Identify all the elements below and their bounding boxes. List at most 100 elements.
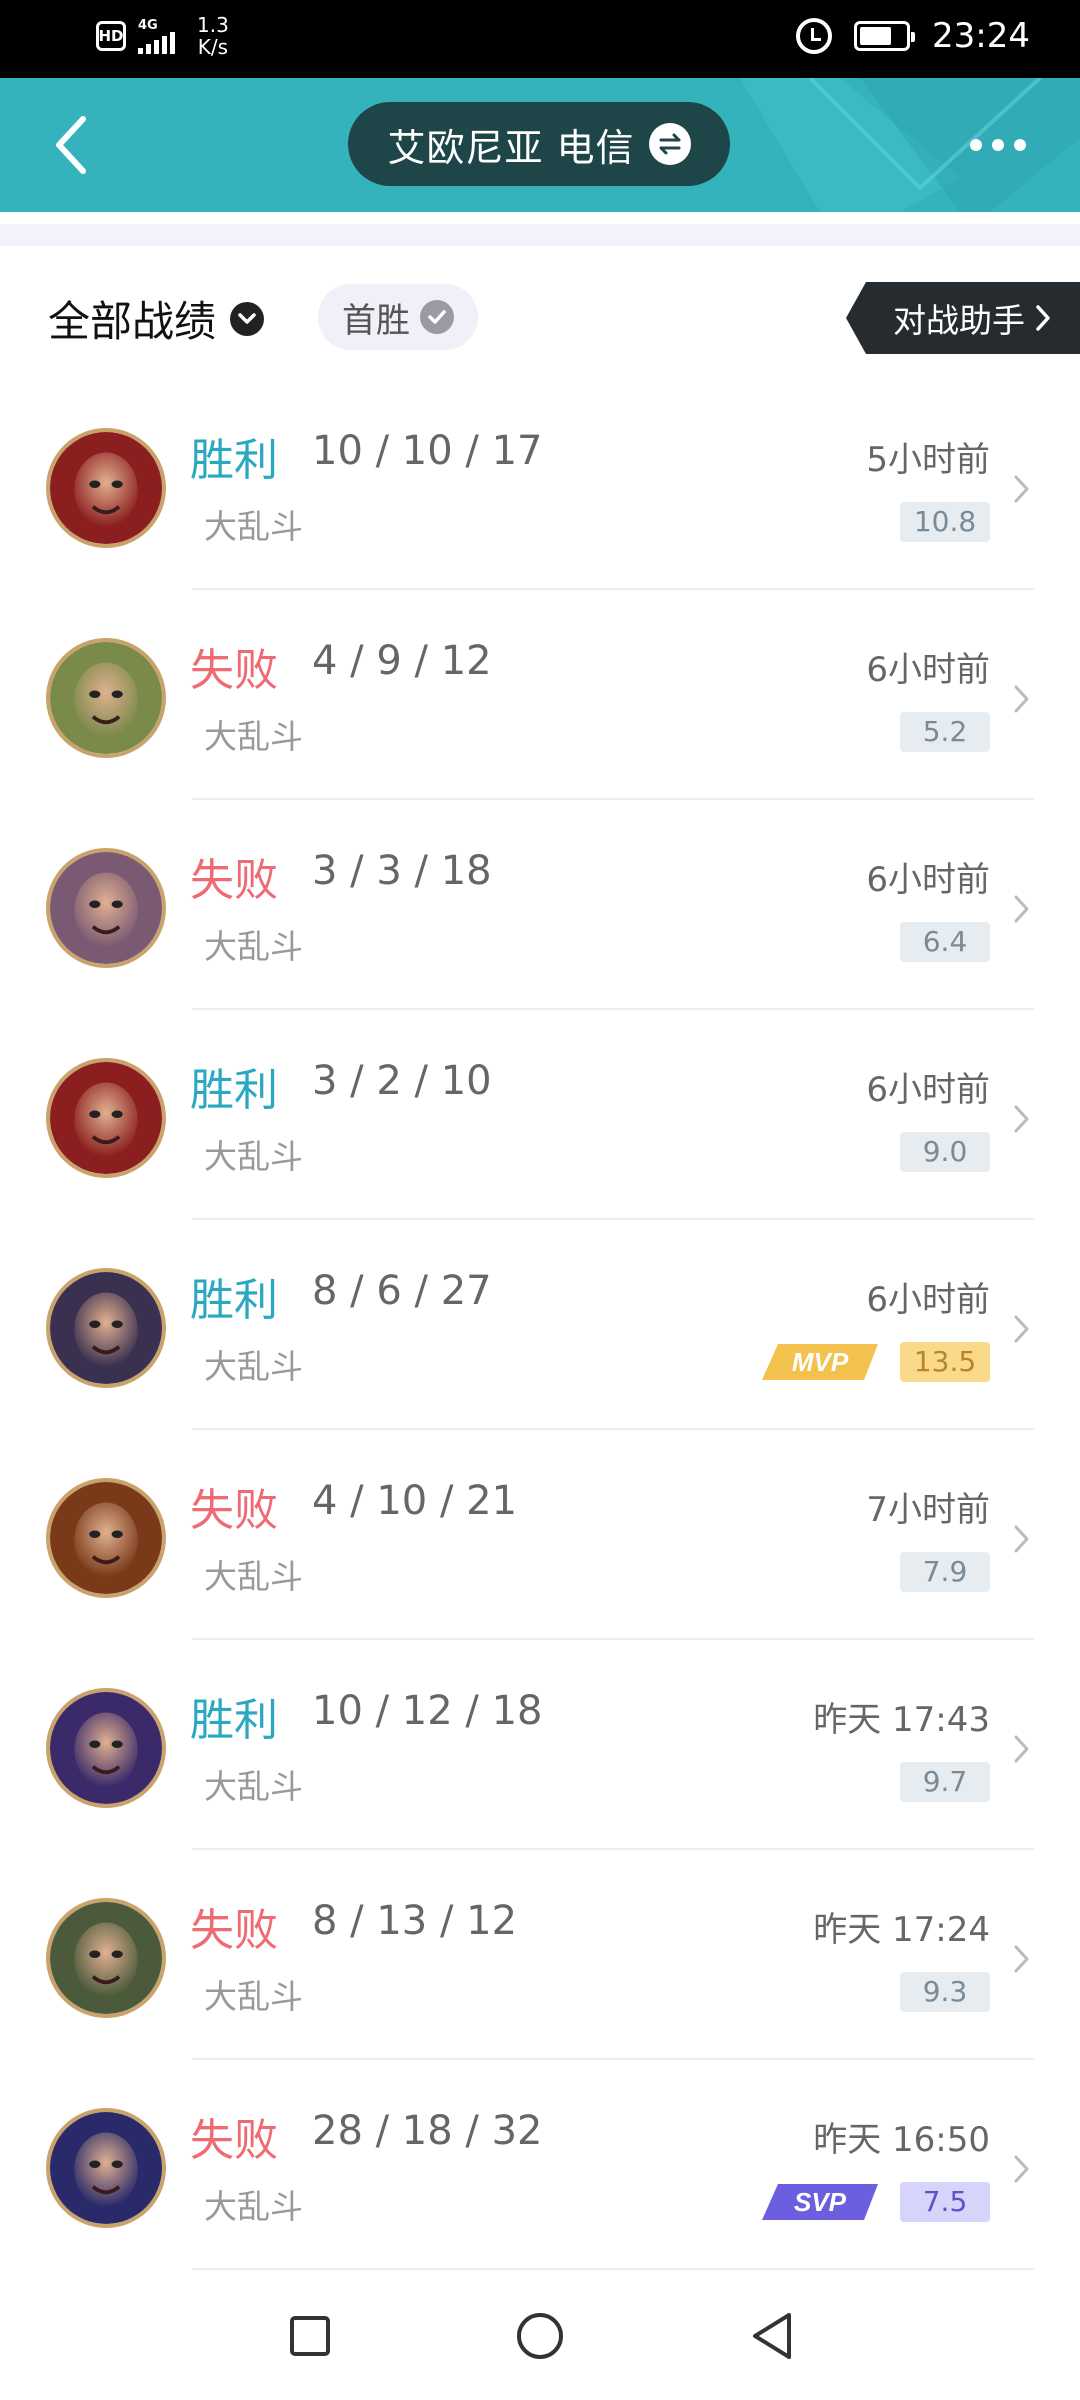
- match-row[interactable]: 胜利 10 / 12 / 18 大乱斗 昨天 17:43 9.7: [0, 1640, 1080, 1850]
- square-icon: [290, 2316, 330, 2356]
- all-records-label: 全部战绩: [48, 297, 217, 346]
- match-mode: 大乱斗: [204, 507, 303, 546]
- champion-avatar: [46, 1898, 166, 2018]
- match-row[interactable]: 失败 4 / 10 / 21 大乱斗 7小时前 7.9: [0, 1430, 1080, 1640]
- match-row[interactable]: 失败 4 / 9 / 12 大乱斗 6小时前 5.2: [0, 590, 1080, 800]
- match-row[interactable]: 胜利 3 / 2 / 10 大乱斗 6小时前 9.0: [0, 1010, 1080, 1220]
- check-icon: [420, 300, 454, 334]
- home-button[interactable]: [508, 2304, 572, 2368]
- hd-icon: HD: [96, 21, 126, 51]
- back-arrow-icon: [56, 116, 86, 174]
- champion-avatar: [46, 1268, 166, 1388]
- match-kda: 3 / 3 / 18: [312, 848, 492, 894]
- divider-band: [0, 212, 1080, 248]
- match-time: 6小时前: [866, 860, 990, 900]
- chevron-right-icon: [1014, 1945, 1029, 1973]
- recent-apps-button[interactable]: [278, 2304, 342, 2368]
- match-row[interactable]: 失败 3 / 3 / 18 大乱斗 6小时前 6.4: [0, 800, 1080, 1010]
- match-result: 失败: [190, 645, 278, 696]
- match-score: 7.9: [900, 1552, 990, 1592]
- match-kda: 4 / 10 / 21: [312, 1478, 518, 1524]
- chevron-right-icon: [1014, 1105, 1029, 1133]
- match-result: 胜利: [190, 1065, 278, 1116]
- battle-assistant-button[interactable]: 对战助手: [846, 282, 1080, 354]
- match-result: 胜利: [190, 1275, 278, 1326]
- champion-avatar: [46, 848, 166, 968]
- match-time: 昨天 17:24: [813, 1910, 990, 1950]
- system-back-button[interactable]: [740, 2304, 804, 2368]
- champion-avatar: [46, 1478, 166, 1598]
- match-time: 7小时前: [866, 1490, 990, 1530]
- match-kda: 8 / 6 / 27: [312, 1268, 492, 1314]
- match-mode: 大乱斗: [204, 2187, 303, 2226]
- match-result: 胜利: [190, 435, 278, 486]
- match-score: 13.5: [900, 1342, 990, 1382]
- match-kda: 10 / 12 / 18: [312, 1688, 543, 1734]
- match-score: 9.3: [900, 1972, 990, 2012]
- more-icon-dot: [1014, 139, 1026, 151]
- match-kda: 4 / 9 / 12: [312, 638, 492, 684]
- first-win-filter[interactable]: 首胜: [318, 284, 478, 350]
- chevron-right-icon: [1014, 895, 1029, 923]
- champion-portrait-icon: [50, 1272, 162, 1384]
- server-switcher[interactable]: 艾欧尼亚 电信: [348, 102, 730, 186]
- clock: 23:24: [932, 16, 1030, 56]
- match-result: 失败: [190, 1905, 278, 1956]
- speed-unit: K/s: [197, 35, 229, 59]
- match-mode: 大乱斗: [204, 717, 303, 756]
- champion-avatar: [46, 1058, 166, 1178]
- match-time: 6小时前: [866, 1280, 990, 1320]
- champion-avatar: [46, 428, 166, 548]
- chevron-right-icon: [1014, 685, 1029, 713]
- status-left: HD 4G 1.3 K/s: [96, 14, 229, 58]
- match-row[interactable]: 失败 8 / 13 / 12 大乱斗 昨天 17:24 9.3: [0, 1850, 1080, 2060]
- match-score: 6.4: [900, 922, 990, 962]
- match-row[interactable]: 胜利 10 / 10 / 17 大乱斗 5小时前 10.8: [0, 380, 1080, 590]
- match-mode: 大乱斗: [204, 1347, 303, 1386]
- match-score: 9.0: [900, 1132, 990, 1172]
- champion-portrait-icon: [50, 642, 162, 754]
- circle-icon: [517, 2313, 563, 2359]
- battery-icon: [854, 21, 916, 51]
- match-time: 5小时前: [866, 440, 990, 480]
- first-win-label: 首胜: [342, 300, 410, 341]
- champion-avatar: [46, 2108, 166, 2228]
- system-nav-bar: [0, 2272, 1080, 2400]
- champion-portrait-icon: [50, 1902, 162, 2014]
- mvp-badge-icon: MVP: [762, 1344, 878, 1380]
- match-mode: 大乱斗: [204, 1137, 303, 1176]
- more-button[interactable]: [970, 130, 1026, 160]
- more-icon-dot: [992, 139, 1004, 151]
- triangle-back-icon: [753, 2313, 791, 2359]
- chevron-right-icon: [1014, 2155, 1029, 2183]
- match-time: 昨天 17:43: [813, 1700, 990, 1740]
- alarm-icon: [796, 18, 833, 54]
- all-records-dropdown[interactable]: 全部战绩: [48, 288, 265, 349]
- speed-value: 1.3: [197, 13, 229, 37]
- filter-row: 全部战绩 首胜 对战助手: [0, 270, 1080, 360]
- more-icon-dot: [970, 139, 982, 151]
- svg-text:MVP: MVP: [792, 1347, 849, 1377]
- match-result: 失败: [190, 2115, 278, 2166]
- chevron-right-icon: [1014, 475, 1029, 503]
- match-score: 9.7: [900, 1762, 990, 1802]
- row-divider: [192, 2268, 1034, 2270]
- status-bar: HD 4G 1.3 K/s 23:24: [0, 0, 1080, 78]
- match-row[interactable]: 失败 28 / 18 / 32 大乱斗 昨天 16:50 SVP 7.5: [0, 2060, 1080, 2270]
- chevron-right-icon: [1014, 1315, 1029, 1343]
- back-button[interactable]: [36, 108, 106, 182]
- match-mode: 大乱斗: [204, 927, 303, 966]
- champion-portrait-icon: [50, 432, 162, 544]
- chevron-right-icon: [1036, 305, 1050, 331]
- match-score: 5.2: [900, 712, 990, 752]
- match-mode: 大乱斗: [204, 1977, 303, 2016]
- match-row[interactable]: 胜利 8 / 6 / 27 大乱斗 6小时前 MVP 13.5: [0, 1220, 1080, 1430]
- network-label: 4G: [138, 17, 158, 33]
- match-time: 6小时前: [866, 650, 990, 690]
- page-title: 艾欧尼亚 电信: [387, 125, 635, 170]
- signal-icon: [138, 31, 175, 54]
- network-speed: 1.3 K/s: [197, 14, 229, 58]
- svp-badge-icon: SVP: [762, 2184, 878, 2220]
- champion-portrait-icon: [50, 1062, 162, 1174]
- match-mode: 大乱斗: [204, 1767, 303, 1806]
